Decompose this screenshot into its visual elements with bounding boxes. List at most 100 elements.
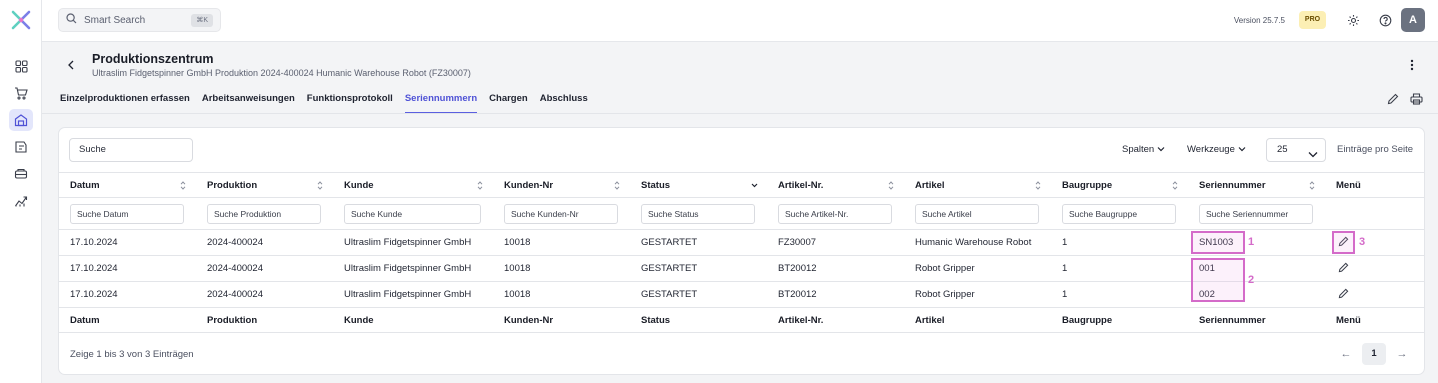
sort-icon[interactable] xyxy=(317,181,323,190)
sort-icon[interactable] xyxy=(1035,181,1041,190)
page-title: Produktionszentrum xyxy=(92,52,214,66)
footer-header-row: Datum Produktion Kunde Kunden-Nr Status … xyxy=(59,307,1424,333)
highlight-box-3 xyxy=(1332,231,1355,254)
tab-funktionsprotokoll[interactable]: Funktionsprotokoll xyxy=(307,90,393,114)
settings-gear-icon[interactable] xyxy=(1345,12,1361,28)
col-kunden-nr[interactable]: Kunden-Nr xyxy=(493,172,630,198)
tab-seriennummern[interactable]: Seriennummern xyxy=(404,90,478,114)
cell-kunde: Ultraslim Fidgetspinner GmbH xyxy=(333,255,493,282)
annotation-mark-1: 1 xyxy=(1248,236,1255,248)
filter-datum[interactable]: Suche Datum xyxy=(70,203,184,224)
sort-icon[interactable] xyxy=(477,181,483,190)
back-chevron-icon[interactable] xyxy=(64,58,78,72)
filter-produktion[interactable]: Suche Produktion xyxy=(207,203,321,224)
annotation-mark-2: 2 xyxy=(1248,274,1255,286)
footer-col-artikel-nr: Artikel-Nr. xyxy=(767,307,904,333)
edit-pencil-icon[interactable] xyxy=(1336,287,1350,301)
sort-icon[interactable] xyxy=(614,181,620,190)
col-label: Datum xyxy=(70,179,100,191)
tab-abschluss[interactable]: Abschluss xyxy=(540,90,588,114)
tab-chargen[interactable]: Chargen xyxy=(489,90,528,114)
cell-datum: 17.10.2024 xyxy=(59,255,196,282)
pagination-info: Zeige 1 bis 3 von 3 Einträgen xyxy=(70,349,194,360)
analytics-icon[interactable] xyxy=(9,190,33,212)
highlight-box-2 xyxy=(1191,258,1245,302)
cell-artikel-nr: BT20012 xyxy=(767,281,904,308)
col-baugruppe[interactable]: Baugruppe xyxy=(1051,172,1188,198)
cell-menu xyxy=(1325,255,1424,282)
warehouse-icon[interactable] xyxy=(9,109,33,131)
filter-kunde[interactable]: Suche Kunde xyxy=(344,203,481,224)
columns-dropdown[interactable]: Spalten xyxy=(1122,144,1165,155)
footer-col-kunden-nr: Kunden-Nr xyxy=(493,307,630,333)
chevron-down-icon xyxy=(1157,144,1165,155)
col-label: Kunde xyxy=(344,179,374,191)
search-placeholder: Smart Search xyxy=(84,14,146,26)
sort-desc-icon[interactable] xyxy=(751,181,758,190)
cell-produktion: 2024-400024 xyxy=(196,281,333,308)
filter-artikel[interactable]: Suche Artikel xyxy=(915,203,1039,224)
sort-icon[interactable] xyxy=(180,181,186,190)
col-status[interactable]: Status xyxy=(630,172,767,198)
prev-page-arrow-icon[interactable]: ← xyxy=(1336,343,1356,365)
cell-kunden-nr: 10018 xyxy=(493,255,630,282)
col-produktion[interactable]: Produktion xyxy=(196,172,333,198)
entries-per-page-label: Einträge pro Seite xyxy=(1337,144,1414,155)
cart-icon[interactable] xyxy=(9,82,33,104)
footer-col-seriennummer: Seriennummer xyxy=(1188,307,1325,333)
footer-col-status: Status xyxy=(630,307,767,333)
sort-icon[interactable] xyxy=(888,181,894,190)
print-icon[interactable] xyxy=(1409,92,1423,106)
app-logo[interactable] xyxy=(9,8,33,32)
col-seriennummer[interactable]: Seriennummer xyxy=(1188,172,1325,198)
col-kunde[interactable]: Kunde xyxy=(333,172,493,198)
page-size-select[interactable]: 25 xyxy=(1266,138,1326,162)
cell-baugruppe: 1 xyxy=(1051,255,1188,282)
dashboard-icon[interactable] xyxy=(9,55,33,77)
next-page-arrow-icon[interactable]: → xyxy=(1392,343,1412,365)
cell-datum: 17.10.2024 xyxy=(59,229,196,256)
cell-produktion: 2024-400024 xyxy=(196,255,333,282)
col-artikel[interactable]: Artikel xyxy=(904,172,1051,198)
sort-icon[interactable] xyxy=(1309,181,1315,190)
footer-col-kunde: Kunde xyxy=(333,307,493,333)
table-search-input[interactable]: Suche xyxy=(69,138,193,162)
edit-pencil-icon[interactable] xyxy=(1386,92,1400,106)
filter-seriennummer[interactable]: Suche Seriennummer xyxy=(1199,203,1313,224)
smart-search[interactable]: Smart Search ⌘K xyxy=(58,8,221,32)
filter-status[interactable]: Suche Status xyxy=(641,203,755,224)
footer-col-baugruppe: Baugruppe xyxy=(1051,307,1188,333)
tab-bar: Einzelproduktionen erfassen Arbeitsanwei… xyxy=(60,90,588,114)
cell-status: GESTARTET xyxy=(630,229,767,256)
filter-kunden-nr[interactable]: Suche Kunden-Nr xyxy=(504,203,618,224)
filter-artikel-nr[interactable]: Suche Artikel-Nr. xyxy=(778,203,892,224)
tab-einzelproduktionen[interactable]: Einzelproduktionen erfassen xyxy=(60,90,190,114)
col-label: Status xyxy=(641,179,671,191)
col-datum[interactable]: Datum xyxy=(59,172,196,198)
purchase-icon[interactable] xyxy=(9,136,33,158)
version-label: Version 25.7.5 xyxy=(1233,16,1285,25)
col-label: Baugruppe xyxy=(1062,179,1113,191)
cell-produktion: 2024-400024 xyxy=(196,229,333,256)
columns-label: Spalten xyxy=(1122,144,1155,155)
tab-arbeitsanweisungen[interactable]: Arbeitsanweisungen xyxy=(202,90,295,114)
left-rail xyxy=(0,0,42,383)
tools-dropdown[interactable]: Werkzeuge xyxy=(1187,144,1246,155)
top-bar: Smart Search ⌘K Version 25.7.5 PRO A xyxy=(42,0,1438,42)
chevron-down-icon xyxy=(1308,145,1318,167)
help-icon[interactable] xyxy=(1377,12,1393,28)
more-options-icon[interactable] xyxy=(1406,58,1418,72)
production-icon[interactable] xyxy=(9,163,33,185)
filter-baugruppe[interactable]: Suche Baugruppe xyxy=(1062,203,1176,224)
page-number-current[interactable]: 1 xyxy=(1362,343,1386,365)
pro-badge: PRO xyxy=(1299,11,1326,29)
avatar[interactable]: A xyxy=(1401,8,1425,32)
cell-kunden-nr: 10018 xyxy=(493,229,630,256)
col-artikel-nr[interactable]: Artikel-Nr. xyxy=(767,172,904,198)
sort-icon[interactable] xyxy=(1172,181,1178,190)
footer-col-datum: Datum xyxy=(59,307,196,333)
cell-status: GESTARTET xyxy=(630,255,767,282)
footer-col-menu: Menü xyxy=(1325,307,1424,333)
edit-pencil-icon[interactable] xyxy=(1336,261,1350,275)
footer-col-artikel: Artikel xyxy=(904,307,1051,333)
